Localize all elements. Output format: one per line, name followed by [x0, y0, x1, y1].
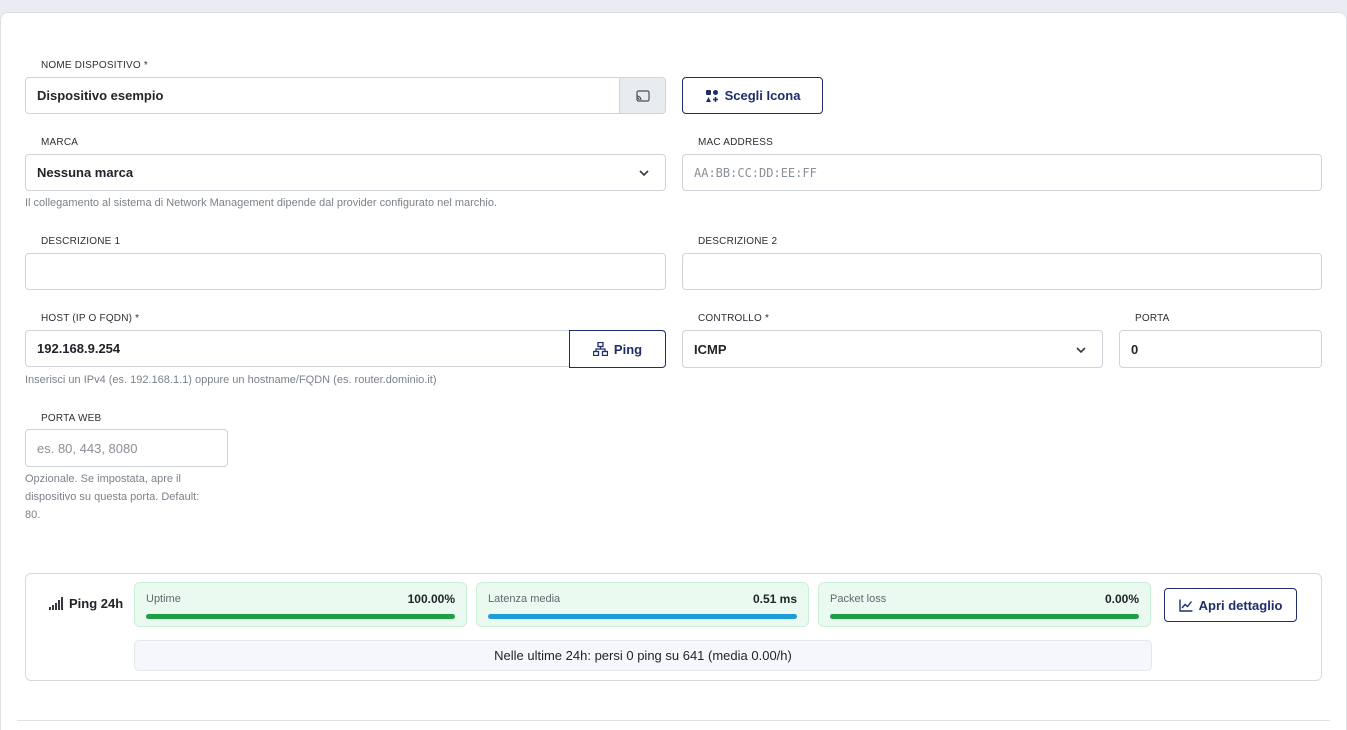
choose-icon-label: Scegli Icona: [724, 88, 801, 103]
open-detail-button[interactable]: Apri dettaglio: [1164, 588, 1297, 622]
description1-label: DESCRIZIONE 1: [41, 236, 121, 247]
brand-label: MARCA: [41, 137, 79, 148]
host-help-text: Inserisci un IPv4 (es. 192.168.1.1) oppu…: [25, 374, 437, 386]
chevron-down-icon: [1076, 347, 1086, 354]
web-port-help-line: Opzionale. Se impostata, apre il: [25, 473, 181, 485]
stat-name: Latenza media: [488, 593, 561, 605]
host-label: HOST (IP O FQDN) *: [41, 313, 140, 324]
signal-bars-icon: [49, 597, 63, 610]
stat-value: 100.00%: [407, 592, 455, 606]
device-name-input[interactable]: Dispositivo esempio: [25, 77, 621, 114]
ping-24h-title: Ping 24h: [69, 596, 124, 611]
stat-bar-fill: [830, 614, 1139, 619]
port-label: PORTA: [1135, 313, 1170, 324]
stat-bar-fill: [146, 614, 455, 619]
line-chart-icon: [1178, 599, 1193, 612]
cast-addon[interactable]: [619, 77, 666, 114]
ping-label: Ping: [613, 341, 643, 357]
stat-value: 0.00%: [1104, 592, 1139, 606]
network-icon: [592, 342, 608, 356]
port-input[interactable]: 0: [1119, 330, 1322, 368]
chevron-down-icon: [639, 170, 649, 177]
description1-input[interactable]: [25, 253, 666, 290]
packet-loss-stat: Packet loss 0.00%: [818, 582, 1151, 627]
ping-summary: Nelle ultime 24h: persi 0 ping su 641 (m…: [134, 640, 1152, 671]
stat-bar: [146, 614, 455, 619]
control-select[interactable]: ICMP: [682, 330, 1103, 368]
web-port-help-text: Opzionale. Se impostata, apre il disposi…: [25, 470, 235, 524]
latency-stat: Latenza media 0.51 ms: [476, 582, 809, 627]
brand-select[interactable]: Nessuna marca: [25, 154, 666, 191]
mac-address-input[interactable]: AA:BB:CC:DD:EE:FF: [682, 154, 1322, 191]
cast-icon: [635, 89, 650, 102]
uptime-stat: Uptime 100.00%: [134, 582, 467, 627]
web-port-input[interactable]: es. 80, 443, 8080: [25, 429, 228, 467]
divider: [17, 720, 1330, 721]
stat-name: Packet loss: [830, 593, 887, 605]
icons-grid-icon: [705, 89, 718, 102]
stat-bar-fill: [488, 614, 797, 619]
brand-help-text: Il collegamento al sistema di Network Ma…: [25, 197, 498, 209]
stat-name: Uptime: [146, 593, 181, 605]
ping-button[interactable]: Ping: [569, 330, 666, 368]
device-name-label: NOME DISPOSITIVO *: [41, 60, 148, 71]
control-label: CONTROLLO *: [698, 313, 770, 324]
mac-label: MAC ADDRESS: [698, 137, 773, 148]
web-port-help-line: dispositivo su questa porta. Default:: [25, 491, 200, 503]
choose-icon-button[interactable]: Scegli Icona: [682, 77, 823, 114]
host-input[interactable]: 192.168.9.254: [25, 330, 571, 367]
open-detail-label: Apri dettaglio: [1198, 597, 1283, 613]
stat-value: 0.51 ms: [752, 592, 797, 606]
ping-24h-heading: Ping 24h: [49, 596, 123, 611]
description2-input[interactable]: [682, 253, 1322, 290]
web-port-label: PORTA WEB: [41, 413, 102, 424]
web-port-help-line: 80.: [25, 509, 41, 521]
description2-label: DESCRIZIONE 2: [698, 236, 778, 247]
stat-bar: [488, 614, 797, 619]
stat-bar: [830, 614, 1139, 619]
